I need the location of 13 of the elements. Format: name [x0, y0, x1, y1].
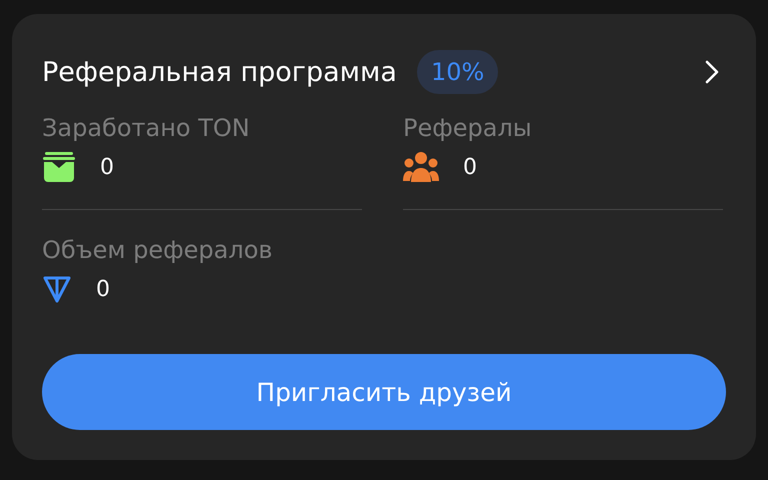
invite-button[interactable]: Пригласить друзей [42, 354, 726, 430]
card-title: Реферальная программа [42, 56, 397, 88]
stat-value: 0 [463, 154, 477, 180]
stat-label: Заработано TON [42, 114, 250, 142]
chevron-right-icon[interactable] [704, 59, 720, 85]
wallet-icon [42, 152, 76, 182]
percent-badge: 10% [416, 50, 498, 94]
stat-value: 0 [100, 154, 114, 180]
ton-icon [42, 274, 72, 304]
stat-label: Объем рефералов [42, 236, 273, 264]
stat-value: 0 [96, 276, 110, 302]
stat-label: Рефералы [403, 114, 532, 142]
people-icon [403, 152, 439, 182]
